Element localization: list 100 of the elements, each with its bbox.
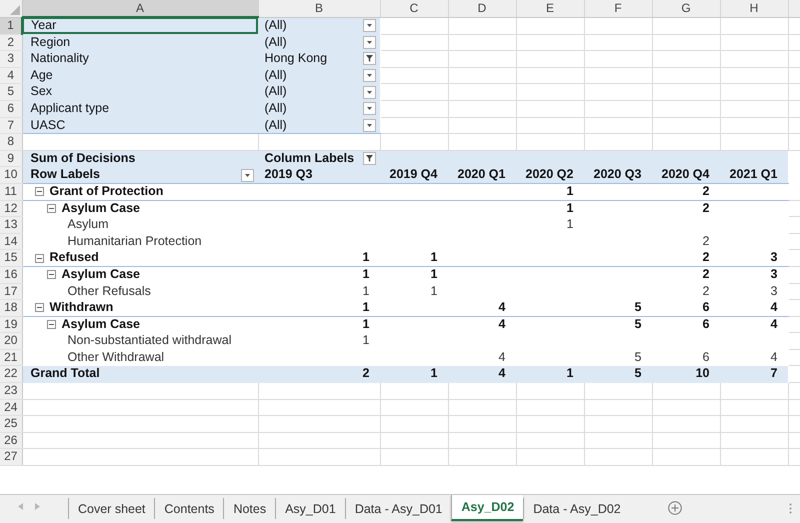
collapse-icon[interactable] bbox=[46, 270, 56, 280]
collapse-icon[interactable] bbox=[34, 254, 44, 263]
row-number[interactable]: 9 bbox=[0, 150, 22, 167]
sheet-tab[interactable]: Data - Asy_D02 bbox=[523, 498, 630, 519]
sheet-tab[interactable]: Asy_D02 bbox=[451, 495, 524, 521]
filter-value: (All) bbox=[264, 118, 287, 134]
row-number[interactable]: 26 bbox=[0, 432, 22, 449]
row-label: Refused bbox=[50, 250, 99, 266]
value-cell: 2 bbox=[702, 200, 710, 215]
filter-value: (All) bbox=[264, 84, 287, 100]
collapse-icon[interactable] bbox=[46, 320, 56, 329]
caret-icon bbox=[366, 40, 372, 44]
value-cell: 1 bbox=[430, 266, 438, 281]
row-number[interactable]: 16 bbox=[0, 266, 22, 283]
row-number[interactable]: 2 bbox=[0, 34, 22, 51]
value-cell: 1 bbox=[566, 217, 574, 232]
row-number[interactable]: 12 bbox=[0, 200, 22, 217]
column-header-letter[interactable]: F bbox=[584, 0, 652, 17]
filter-value: (All) bbox=[264, 18, 287, 34]
filter-value: Hong Kong bbox=[264, 51, 328, 67]
dropdown-button[interactable] bbox=[362, 19, 376, 32]
sheet-tab[interactable]: Contents bbox=[154, 498, 224, 519]
row-number[interactable]: 17 bbox=[0, 283, 22, 300]
collapse-icon[interactable] bbox=[46, 204, 56, 213]
row-number[interactable]: 19 bbox=[0, 316, 22, 333]
row-label: Non-substantiated withdrawal bbox=[68, 333, 232, 349]
row-number[interactable]: 3 bbox=[0, 50, 22, 68]
column-header-letter[interactable]: B bbox=[258, 0, 380, 17]
row-label: Other Refusals bbox=[68, 284, 151, 300]
column-header-letter[interactable]: C bbox=[380, 0, 448, 17]
row-number[interactable]: 8 bbox=[0, 134, 22, 150]
filter-label: Age bbox=[30, 68, 53, 82]
value-cell: 1 bbox=[566, 184, 574, 198]
row-number[interactable]: 18 bbox=[0, 300, 22, 316]
value-cell: 4 bbox=[770, 350, 778, 364]
column-labels-header: Column Labels bbox=[264, 150, 354, 166]
row-number[interactable]: 4 bbox=[0, 67, 22, 84]
dropdown-button[interactable] bbox=[362, 69, 376, 82]
add-sheet-icon[interactable] bbox=[668, 501, 682, 515]
value-cell: 1 bbox=[430, 366, 438, 380]
row-label: Asylum Case bbox=[62, 200, 140, 216]
filter-label: Applicant type bbox=[30, 100, 110, 115]
row-number[interactable]: 14 bbox=[0, 233, 22, 250]
row-label: Grant of Protection bbox=[50, 184, 164, 200]
column-header: 2019 Q3 bbox=[264, 167, 312, 182]
row-number[interactable]: 11 bbox=[0, 183, 22, 200]
filter-button[interactable] bbox=[362, 152, 376, 166]
row-label: Humanitarian Protection bbox=[68, 234, 202, 250]
column-header-letter[interactable]: G bbox=[652, 0, 720, 17]
row-number[interactable]: 6 bbox=[0, 100, 22, 118]
dropdown-button[interactable] bbox=[362, 102, 376, 116]
collapse-icon[interactable] bbox=[34, 303, 44, 312]
dropdown-button[interactable] bbox=[362, 36, 376, 49]
column-header-letter[interactable]: D bbox=[448, 0, 516, 17]
value-cell: 4 bbox=[498, 366, 506, 380]
filter-button[interactable] bbox=[362, 52, 376, 66]
filter-label: Region bbox=[30, 34, 70, 49]
row-number[interactable]: 24 bbox=[0, 399, 22, 416]
filter-label: Year bbox=[31, 18, 56, 32]
filter-label: UASC bbox=[30, 118, 66, 132]
dropdown-button[interactable] bbox=[362, 118, 376, 132]
value-cell: 6 bbox=[702, 316, 710, 331]
row-number[interactable]: 13 bbox=[0, 216, 22, 234]
sheet-tab[interactable]: Asy_D01 bbox=[275, 498, 345, 519]
row-number[interactable]: 5 bbox=[0, 84, 22, 100]
value-cell: 1 bbox=[362, 266, 370, 281]
column-header-letter[interactable]: H bbox=[720, 0, 788, 17]
row-number[interactable]: 1 bbox=[0, 17, 22, 34]
row-number[interactable]: 27 bbox=[0, 448, 22, 466]
row-number[interactable]: 22 bbox=[0, 366, 22, 383]
row-number[interactable]: 21 bbox=[0, 349, 22, 366]
caret-icon bbox=[366, 24, 372, 28]
sheet-tab[interactable]: Cover sheet bbox=[68, 498, 154, 519]
row-number[interactable]: 23 bbox=[0, 382, 22, 400]
value-cell: 4 bbox=[498, 350, 506, 364]
value-cell: 5 bbox=[634, 316, 642, 331]
row-label: Asylum Case bbox=[62, 316, 140, 332]
sheet-tab[interactable]: Notes bbox=[223, 498, 276, 519]
row-number[interactable]: 7 bbox=[0, 117, 22, 134]
value-cell: 4 bbox=[498, 300, 506, 314]
value-cell: 3 bbox=[770, 250, 778, 264]
grand-total-label: Grand Total bbox=[30, 366, 100, 380]
column-header-letter[interactable]: A bbox=[22, 0, 258, 17]
value-cell: 2 bbox=[702, 266, 710, 281]
dropdown-button[interactable] bbox=[240, 168, 254, 182]
filter-label: Sex bbox=[30, 84, 52, 98]
value-cell: 1 bbox=[430, 250, 438, 264]
filter-icon bbox=[364, 54, 374, 64]
column-header: 2020 Q1 bbox=[458, 167, 506, 182]
dropdown-button[interactable] bbox=[362, 86, 376, 99]
row-number[interactable]: 15 bbox=[0, 250, 22, 266]
column-header-letter[interactable]: E bbox=[516, 0, 584, 17]
row-number[interactable]: 25 bbox=[0, 416, 22, 432]
row-labels-header: Row Labels bbox=[30, 167, 100, 183]
filter-icon bbox=[364, 154, 374, 164]
row-label: Other Withdrawal bbox=[68, 350, 164, 366]
column-header: 2020 Q3 bbox=[594, 167, 642, 182]
collapse-icon[interactable] bbox=[34, 187, 44, 196]
row-number[interactable]: 10 bbox=[0, 166, 22, 184]
row-number[interactable]: 20 bbox=[0, 332, 22, 350]
